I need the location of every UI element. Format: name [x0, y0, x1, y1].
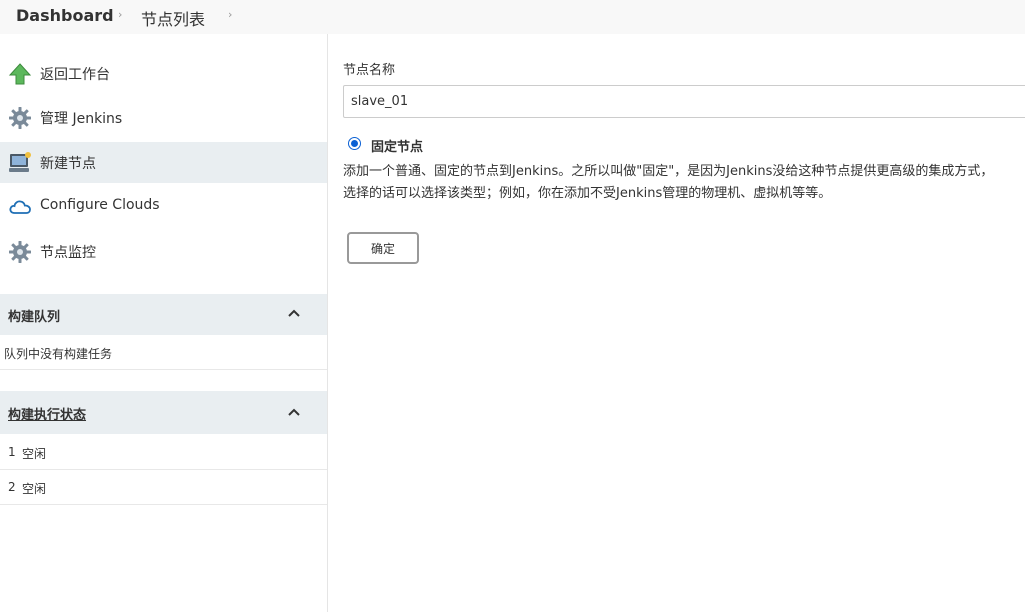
- executors-title[interactable]: 构建执行状态: [8, 404, 86, 423]
- computer-icon: [9, 152, 31, 172]
- sidebar-item-label: 管理 Jenkins: [40, 111, 123, 127]
- sidebar-item-label: Configure Clouds: [40, 197, 160, 213]
- sidebar-item-label: 新建节点: [40, 156, 96, 172]
- node-name-input[interactable]: [343, 85, 1025, 118]
- up-arrow-icon: [8, 63, 32, 85]
- executors-header: 构建执行状态: [0, 391, 327, 434]
- breadcrumb: Dashboard › 节点列表 ›: [0, 0, 1025, 34]
- sidebar-item-label: 返回工作台: [40, 67, 110, 83]
- breadcrumb-dashboard[interactable]: Dashboard: [16, 6, 114, 25]
- breadcrumb-chevron-icon[interactable]: ›: [228, 8, 232, 21]
- table-row: 1 空闲: [0, 435, 327, 470]
- main-content: 节点名称 固定节点 添加一个普通、固定的节点到Jenkins。之所以叫做"固定"…: [328, 34, 1025, 612]
- cloud-icon: [9, 200, 31, 214]
- permanent-agent-radio[interactable]: [348, 137, 361, 150]
- description-line: 选择的话可以选择该类型；例如，你在添加不受Jenkins管理的物理机、虚拟机等等…: [343, 186, 832, 201]
- build-queue-empty-text: 队列中没有构建任务: [4, 347, 113, 361]
- sidebar-item-node-monitoring[interactable]: 节点监控: [0, 231, 327, 272]
- build-queue-title: 构建队列: [8, 310, 61, 325]
- sidebar: 返回工作台 管理 Jenkins 新建节点 Configure Clouds 节…: [0, 34, 328, 612]
- breadcrumb-node-list[interactable]: 节点列表: [141, 6, 205, 30]
- build-queue-header: 构建队列: [0, 294, 327, 335]
- ok-button[interactable]: 确定: [347, 232, 419, 264]
- executor-status: 空闲: [22, 482, 47, 496]
- sidebar-item-back-to-dashboard[interactable]: 返回工作台: [0, 53, 327, 94]
- sidebar-item-new-node[interactable]: 新建节点: [0, 142, 327, 183]
- build-queue-empty-row: 队列中没有构建任务: [0, 335, 327, 370]
- chevron-up-icon[interactable]: [287, 308, 301, 318]
- executor-number: 2: [8, 480, 16, 494]
- sidebar-item-label: 节点监控: [40, 245, 96, 261]
- table-row: 2 空闲: [0, 470, 327, 505]
- gear-icon: [9, 241, 31, 263]
- executor-status: 空闲: [22, 447, 47, 461]
- permanent-agent-description: 添加一个普通、固定的节点到Jenkins。之所以叫做"固定"，是因为Jenkin…: [343, 161, 1025, 205]
- sidebar-item-configure-clouds[interactable]: Configure Clouds: [0, 186, 327, 227]
- executor-number: 1: [8, 445, 16, 459]
- breadcrumb-chevron-icon[interactable]: ›: [118, 8, 122, 21]
- sidebar-item-manage-jenkins[interactable]: 管理 Jenkins: [0, 97, 327, 138]
- description-line: 添加一个普通、固定的节点到Jenkins。之所以叫做"固定"，是因为Jenkin…: [343, 164, 994, 179]
- node-name-label: 节点名称: [343, 63, 396, 78]
- gear-icon: [9, 107, 31, 129]
- chevron-up-icon[interactable]: [287, 407, 301, 417]
- permanent-agent-label[interactable]: 固定节点: [371, 136, 423, 155]
